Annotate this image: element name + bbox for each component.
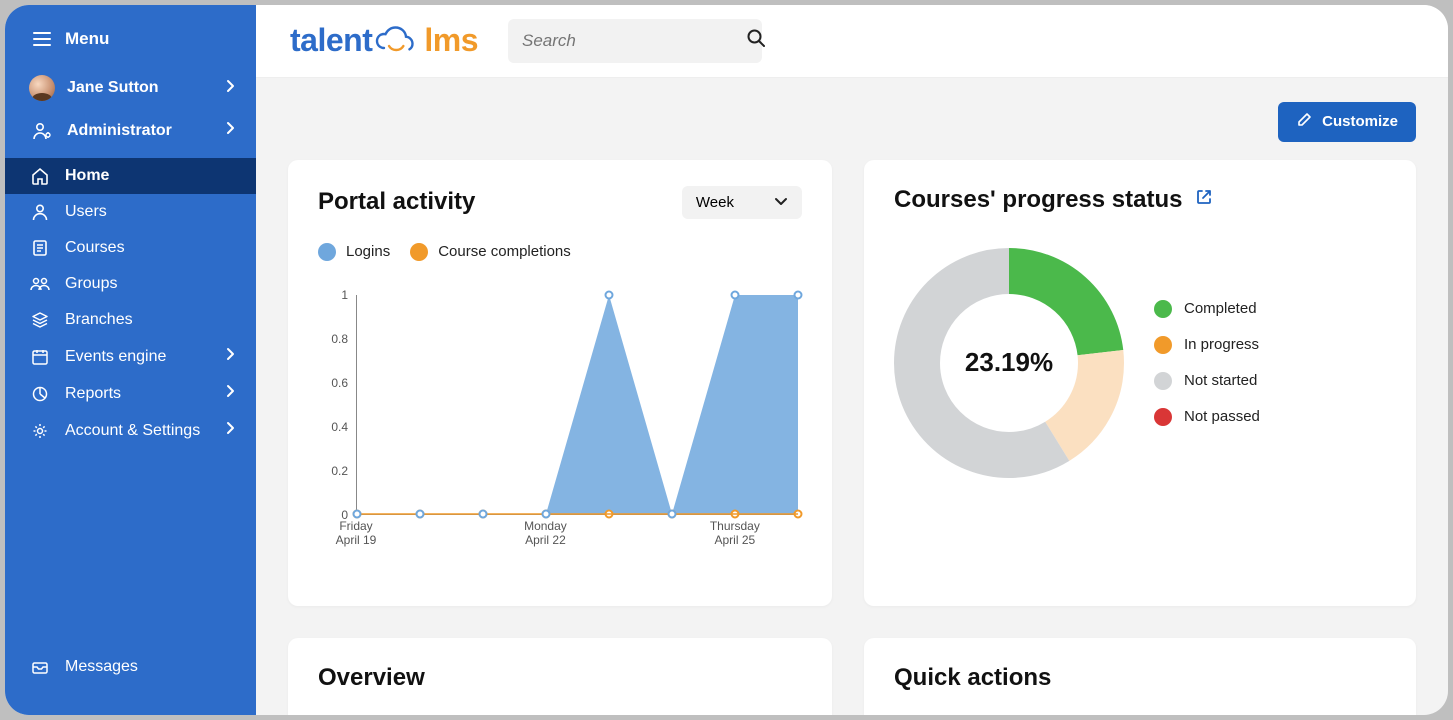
status-legend: Completed In progress Not started Not pa… [1154,300,1260,426]
legend-label: Logins [346,243,390,260]
nav-label: Branches [65,311,133,329]
legend-not-started: Not started [1154,372,1260,390]
home-icon [29,167,51,185]
legend-logins: Logins [318,243,390,261]
logo-text-1: talent [290,22,372,59]
book-icon [29,239,51,257]
search-icon[interactable] [746,28,766,53]
quick-actions-title: Quick actions [894,664,1386,692]
customize-row: Customize [288,102,1416,142]
legend-label: Course completions [438,243,571,260]
sidebar-profile[interactable]: Jane Sutton [5,65,256,111]
external-link-icon[interactable] [1194,187,1214,212]
sidebar-nav: Home Users Courses Groups Branches Event… [5,158,256,449]
legend-completions: Course completions [410,243,571,261]
chevron-right-icon [226,79,236,98]
logo-text-2: lms [424,22,478,59]
portal-activity-title: Portal activity [318,188,475,216]
legend-dot-icon [410,243,428,261]
nav-label: Courses [65,239,125,257]
chevron-right-icon [226,121,236,140]
progress-status-card: Courses' progress status 23.19% Complete… [864,160,1416,606]
legend-dot-icon [1154,336,1172,354]
groups-icon [29,275,51,293]
legend-dot-icon [1154,300,1172,318]
overview-title: Overview [318,664,802,692]
sidebar-item-courses[interactable]: Courses [5,230,256,266]
search-box[interactable] [508,19,762,63]
calendar-icon [29,348,51,366]
nav-label: Events engine [65,348,166,366]
main: talent lms Customize [256,5,1448,715]
card-header: Portal activity Week [318,186,802,219]
logo: talent lms [290,22,478,59]
sidebar-item-settings[interactable]: Account & Settings [5,412,256,449]
donut-center-value: 23.19% [894,248,1124,478]
legend-dot-icon [318,243,336,261]
hamburger-icon [33,32,51,46]
app-frame: Menu Jane Sutton Administrator Home [5,5,1448,715]
progress-title: Courses' progress status [894,186,1182,214]
chevron-right-icon [226,384,236,403]
legend-not-passed: Not passed [1154,408,1260,426]
chart-legend: Logins Course completions [318,243,802,261]
chevron-right-icon [226,347,236,366]
nav-label: Groups [65,275,117,293]
period-select[interactable]: Week [682,186,802,219]
layers-icon [29,311,51,329]
gear-icon [29,422,51,440]
sidebar-item-groups[interactable]: Groups [5,266,256,302]
admin-icon [29,122,55,140]
cards-row-2: Overview Quick actions [288,638,1416,715]
pie-icon [29,385,51,403]
customize-button[interactable]: Customize [1278,102,1416,142]
legend-label: In progress [1184,336,1259,353]
portal-activity-card: Portal activity Week Logins [288,160,832,606]
legend-label: Completed [1184,300,1257,317]
nav-label: Home [65,167,109,185]
nav-label: Messages [65,658,138,676]
sidebar-item-branches[interactable]: Branches [5,302,256,338]
legend-completed: Completed [1154,300,1260,318]
nav-label: Reports [65,385,121,403]
user-name: Jane Sutton [67,79,159,97]
sidebar-item-events[interactable]: Events engine [5,338,256,375]
cloud-icon [374,26,422,56]
nav-label: Users [65,203,107,221]
quick-actions-card: Quick actions [864,638,1416,715]
edit-icon [1296,112,1312,132]
overview-card: Overview [288,638,832,715]
chevron-right-icon [226,421,236,440]
sidebar-role[interactable]: Administrator [5,111,256,150]
inbox-icon [29,658,51,676]
avatar [29,75,55,101]
donut-wrap: 23.19% Completed In progress Not started… [894,248,1386,478]
activity-chart: 00.20.40.60.81 FridayApril 19MondayApril… [318,295,798,555]
legend-dot-icon [1154,372,1172,390]
sidebar-item-home[interactable]: Home [5,158,256,194]
sidebar-item-messages[interactable]: Messages [5,649,256,685]
legend-label: Not started [1184,372,1257,389]
topbar: talent lms [256,5,1448,78]
search-input[interactable] [522,31,746,51]
nav-label: Account & Settings [65,422,200,440]
content: Customize Portal activity Week [256,78,1448,715]
period-value: Week [696,194,734,211]
menu-toggle[interactable]: Menu [5,21,256,65]
legend-label: Not passed [1184,408,1260,425]
customize-label: Customize [1322,113,1398,130]
user-icon [29,203,51,221]
legend-in-progress: In progress [1154,336,1260,354]
legend-dot-icon [1154,408,1172,426]
sidebar: Menu Jane Sutton Administrator Home [5,5,256,715]
sidebar-item-users[interactable]: Users [5,194,256,230]
donut-chart: 23.19% [894,248,1124,478]
role-label: Administrator [67,122,172,140]
sidebar-item-reports[interactable]: Reports [5,375,256,412]
sidebar-bottom: Messages [5,649,256,715]
chevron-down-icon [774,194,788,211]
menu-label: Menu [65,29,109,49]
cards-row: Portal activity Week Logins [288,160,1416,606]
card-header: Courses' progress status [894,186,1386,214]
